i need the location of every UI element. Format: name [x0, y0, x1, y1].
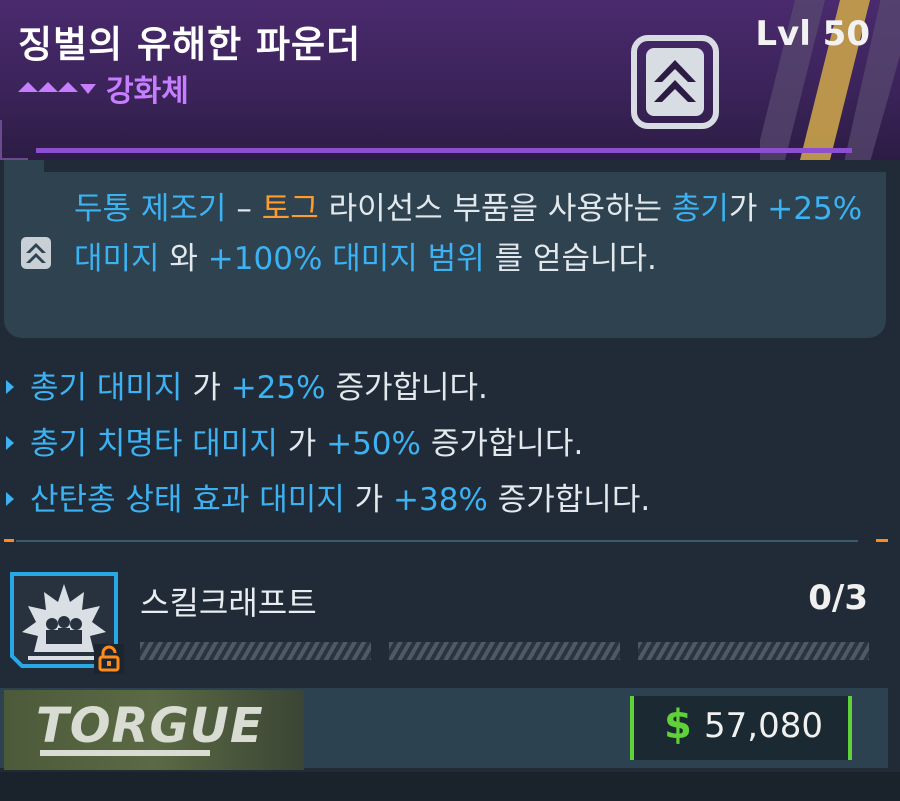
stat-value: +38% — [393, 482, 488, 518]
skillcraft-label: 스킬크래프트 — [140, 584, 317, 622]
desc-seg-8: +100% 대미지 범위 — [207, 241, 485, 277]
bullet-arrow-icon — [6, 380, 14, 394]
stat-row: 총기 대미지 가 +25% 증가합니다. — [0, 362, 880, 418]
divider-tick — [876, 539, 888, 542]
bullet-arrow-icon — [6, 492, 14, 506]
header-accent-bar — [36, 148, 852, 153]
desc-seg-5: 가 — [728, 191, 768, 227]
item-title: 징벌의 유해한 파운더 — [18, 23, 362, 66]
currency-icon: $ — [664, 702, 692, 748]
section-divider — [16, 540, 858, 542]
desc-seg-3: 라이선스 부품을 사용하는 — [318, 191, 672, 227]
bottom-strip — [0, 772, 900, 801]
header-corner — [0, 120, 28, 160]
class-mod-emblem-icon — [631, 35, 719, 129]
desc-seg-1: – — [226, 191, 262, 227]
skillcraft-slot[interactable] — [140, 642, 371, 660]
manufacturer-panel: TORGUE — [4, 690, 304, 770]
stat-joiner: 가 — [344, 482, 393, 518]
desc-seg-4: 총기 — [671, 191, 729, 227]
stat-name: 총기 대미지 — [30, 370, 183, 406]
stat-joiner: 가 — [182, 370, 231, 406]
item-header: 징벌의 유해한 파운더 강화체 Lvl 50 — [0, 0, 900, 160]
desc-seg-0: 두통 제조기 — [74, 191, 227, 227]
divider-tick — [4, 539, 14, 542]
stat-suffix: 증가합니다. — [487, 482, 651, 518]
description-box: 두통 제조기 – 토그 라이선스 부품을 사용하는 총기가 +25% 대미지 와… — [4, 160, 886, 338]
item-level: Lvl 50 — [755, 14, 870, 54]
stat-row: 총기 치명타 대미지 가 +50% 증가합니다. — [0, 418, 880, 474]
stat-row: 산탄총 상태 효과 대미지 가 +38% 증가합니다. — [0, 474, 880, 530]
desc-seg-2: 토그 — [261, 191, 319, 227]
rarity-label: 강화체 — [106, 74, 189, 109]
description-text: 두통 제조기 – 토그 라이선스 부품을 사용하는 총기가 +25% 대미지 와… — [74, 184, 874, 284]
desc-seg-9: 를 얻습니다. — [484, 241, 657, 277]
stat-value: +25% — [230, 370, 326, 406]
lock-icon — [94, 644, 124, 674]
stats-list: 총기 대미지 가 +25% 증가합니다. 총기 치명타 대미지 가 +50% 증… — [0, 362, 880, 530]
item-card: 징벌의 유해한 파운더 강화체 Lvl 50 두통 제조기 – 토그 라이선스 … — [0, 0, 900, 801]
stat-value: +50% — [326, 426, 421, 462]
stat-name: 총기 치명타 대미지 — [30, 426, 278, 462]
chevron-emblem-icon — [21, 237, 51, 269]
manufacturer-logo: TORGUE — [36, 698, 264, 754]
desc-seg-7: 와 — [159, 241, 208, 277]
manufacturer-underline — [40, 750, 210, 756]
bullet-arrow-icon — [6, 436, 14, 450]
rarity-chevrons-icon — [18, 82, 96, 94]
skillcraft-slot[interactable] — [389, 642, 620, 660]
stat-name: 산탄총 상태 효과 대미지 — [30, 482, 345, 518]
skillcraft-slots — [140, 642, 869, 660]
rarity-row: 강화체 — [18, 66, 189, 110]
stat-joiner: 가 — [277, 426, 327, 462]
skillcraft-slot[interactable] — [638, 642, 869, 660]
stat-suffix: 증가합니다. — [421, 426, 584, 462]
price-box: $ 57,080 — [630, 696, 852, 760]
item-price: 57,080 — [704, 706, 823, 746]
stat-suffix: 증가합니다. — [325, 370, 488, 406]
skillcraft-count: 0/3 — [808, 578, 868, 618]
